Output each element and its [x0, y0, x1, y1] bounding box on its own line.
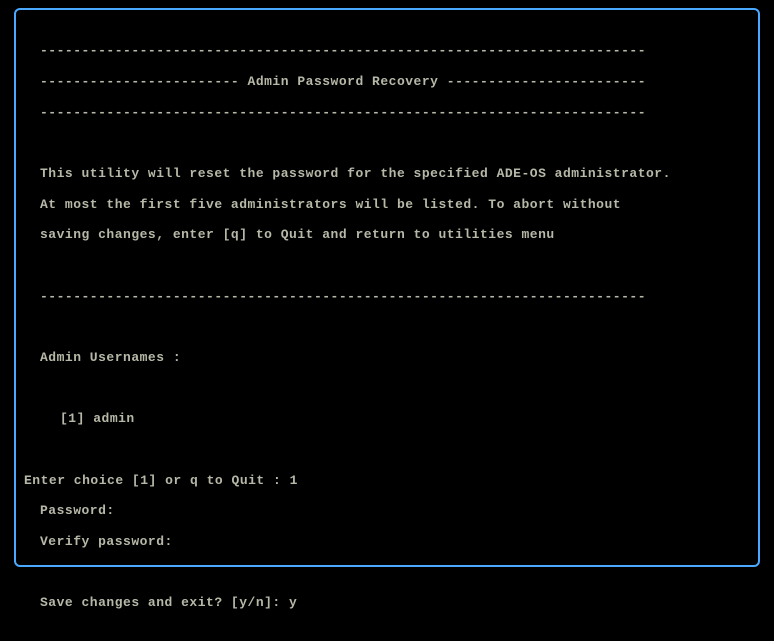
- blank-line: [24, 258, 750, 273]
- description-line-2: At most the first five administrators wi…: [24, 197, 750, 212]
- verify-password-prompt[interactable]: Verify password:: [24, 534, 750, 549]
- console-frame: ----------------------------------------…: [14, 8, 760, 567]
- header-divider-top: ----------------------------------------…: [24, 43, 750, 58]
- save-input-value[interactable]: y: [289, 595, 297, 610]
- choice-prompt-line: Enter choice [1] or q to Quit : 1: [24, 473, 750, 488]
- header-divider-bottom: ----------------------------------------…: [24, 105, 750, 120]
- admin-usernames-label: Admin Usernames :: [24, 350, 750, 365]
- choice-input-value[interactable]: 1: [290, 473, 298, 488]
- username-index: [1]: [60, 411, 85, 426]
- save-prompt-line: Save changes and exit? [y/n]: y: [24, 595, 750, 610]
- save-prompt-label: Save changes and exit? [y/n]:: [40, 595, 289, 610]
- blank-line: [24, 381, 750, 396]
- blank-line: [24, 319, 750, 334]
- username-entry: [1] admin: [24, 411, 750, 426]
- description-line-3: saving changes, enter [q] to Quit and re…: [24, 227, 750, 242]
- blank-line: [24, 442, 750, 457]
- description-line-1: This utility will reset the password for…: [24, 166, 750, 181]
- divider-middle: ----------------------------------------…: [24, 289, 750, 304]
- header-title-line: ------------------------ Admin Password …: [24, 74, 750, 89]
- blank-line: [24, 135, 750, 150]
- username-value: admin: [93, 411, 135, 426]
- blank-line: [24, 564, 750, 579]
- terminal-content[interactable]: ----------------------------------------…: [24, 28, 750, 641]
- choice-prompt-label: Enter choice [1] or q to Quit :: [24, 473, 290, 488]
- password-prompt[interactable]: Password:: [24, 503, 750, 518]
